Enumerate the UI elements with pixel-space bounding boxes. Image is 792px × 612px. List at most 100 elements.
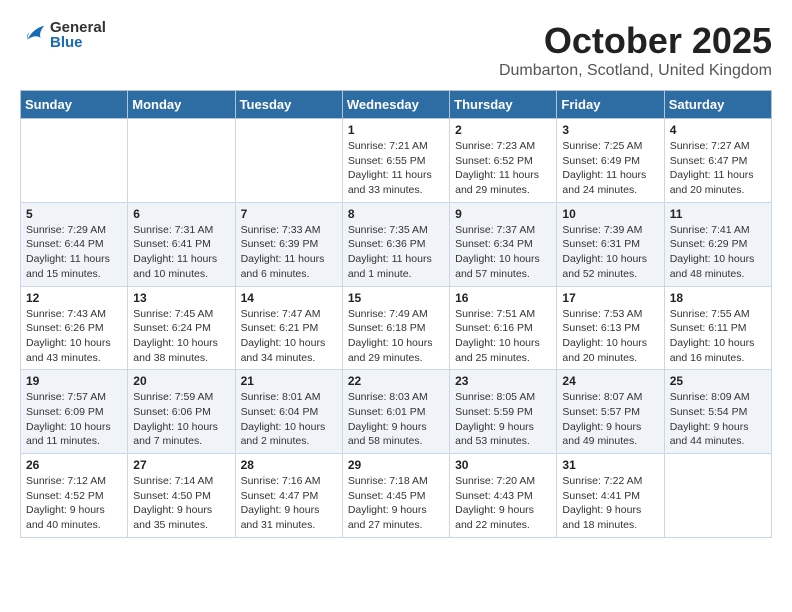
day-header: Monday xyxy=(128,91,235,119)
calendar-cell xyxy=(128,119,235,203)
day-info: Sunrise: 7:12 AM Sunset: 4:52 PM Dayligh… xyxy=(26,474,122,533)
logo: General Blue xyxy=(20,20,106,50)
day-info: Sunrise: 7:27 AM Sunset: 6:47 PM Dayligh… xyxy=(670,139,766,198)
calendar-cell: 6 Sunrise: 7:31 AM Sunset: 6:41 PM Daylig… xyxy=(128,202,235,286)
day-info: Sunrise: 7:18 AM Sunset: 4:45 PM Dayligh… xyxy=(348,474,444,533)
calendar-cell xyxy=(664,454,771,538)
day-number: 10 xyxy=(562,207,658,221)
logo-icon xyxy=(20,21,48,49)
month-year: October 2025 xyxy=(499,20,772,62)
calendar-cell: 9Sunrise: 7:37 AM Sunset: 6:34 PM Daylig… xyxy=(450,202,557,286)
calendar-cell: 22Sunrise: 8:03 AM Sunset: 6:01 PM Dayli… xyxy=(342,370,449,454)
day-info: Sunrise: 7:31 AM Sunset: 6:41 PM Dayligh… xyxy=(133,223,229,282)
page: General Blue October 2025 Dumbarton, Sco… xyxy=(0,0,792,548)
day-info: Sunrise: 8:09 AM Sunset: 5:54 PM Dayligh… xyxy=(670,390,766,449)
day-info: Sunrise: 7:16 AM Sunset: 4:47 PM Dayligh… xyxy=(241,474,337,533)
day-info: Sunrise: 7:49 AM Sunset: 6:18 PM Dayligh… xyxy=(348,307,444,366)
calendar-cell: 15 Sunrise: 7:49 AM Sunset: 6:18 PM Dayli… xyxy=(342,286,449,370)
day-number: 7 xyxy=(241,207,337,221)
day-info: Sunrise: 7:20 AM Sunset: 4:43 PM Dayligh… xyxy=(455,474,551,533)
calendar-cell: 19 Sunrise: 7:57 AM Sunset: 6:09 PM Dayli… xyxy=(21,370,128,454)
day-header: Sunday xyxy=(21,91,128,119)
calendar-cell: 2Sunrise: 7:23 AM Sunset: 6:52 PM Daylig… xyxy=(450,119,557,203)
day-number: 24 xyxy=(562,374,658,388)
calendar-cell: 30 Sunrise: 7:20 AM Sunset: 4:43 PM Dayli… xyxy=(450,454,557,538)
day-info: Sunrise: 7:45 AM Sunset: 6:24 PM Dayligh… xyxy=(133,307,229,366)
day-header: Saturday xyxy=(664,91,771,119)
calendar-cell: 17 Sunrise: 7:53 AM Sunset: 6:13 PM Dayli… xyxy=(557,286,664,370)
day-number: 28 xyxy=(241,458,337,472)
calendar-cell: 18 Sunrise: 7:55 AM Sunset: 6:11 PM Dayli… xyxy=(664,286,771,370)
day-number: 4 xyxy=(670,123,766,137)
day-number: 29 xyxy=(348,458,444,472)
day-info: Sunrise: 7:59 AM Sunset: 6:06 PM Dayligh… xyxy=(133,390,229,449)
day-number: 13 xyxy=(133,291,229,305)
calendar-table: SundayMondayTuesdayWednesdayThursdayFrid… xyxy=(20,90,772,538)
day-number: 25 xyxy=(670,374,766,388)
day-info: Sunrise: 7:21 AM Sunset: 6:55 PM Dayligh… xyxy=(348,139,444,198)
day-info: Sunrise: 8:03 AM Sunset: 6:01 PM Dayligh… xyxy=(348,390,444,449)
day-number: 8 xyxy=(348,207,444,221)
calendar-cell: 26 Sunrise: 7:12 AM Sunset: 4:52 PM Dayli… xyxy=(21,454,128,538)
day-info: Sunrise: 7:57 AM Sunset: 6:09 PM Dayligh… xyxy=(26,390,122,449)
header: General Blue October 2025 Dumbarton, Sco… xyxy=(20,20,772,80)
day-number: 19 xyxy=(26,374,122,388)
day-number: 14 xyxy=(241,291,337,305)
calendar-cell: 11Sunrise: 7:41 AM Sunset: 6:29 PM Dayli… xyxy=(664,202,771,286)
calendar-header-row: SundayMondayTuesdayWednesdayThursdayFrid… xyxy=(21,91,772,119)
calendar-week-row: 12Sunrise: 7:43 AM Sunset: 6:26 PM Dayli… xyxy=(21,286,772,370)
day-info: Sunrise: 7:22 AM Sunset: 4:41 PM Dayligh… xyxy=(562,474,658,533)
calendar-cell: 13 Sunrise: 7:45 AM Sunset: 6:24 PM Dayli… xyxy=(128,286,235,370)
calendar-cell: 3 Sunrise: 7:25 AM Sunset: 6:49 PM Daylig… xyxy=(557,119,664,203)
logo-blue: Blue xyxy=(50,35,106,50)
day-number: 2 xyxy=(455,123,551,137)
day-info: Sunrise: 8:05 AM Sunset: 5:59 PM Dayligh… xyxy=(455,390,551,449)
day-info: Sunrise: 7:25 AM Sunset: 6:49 PM Dayligh… xyxy=(562,139,658,198)
calendar-cell: 20Sunrise: 7:59 AM Sunset: 6:06 PM Dayli… xyxy=(128,370,235,454)
calendar-week-row: 19 Sunrise: 7:57 AM Sunset: 6:09 PM Dayli… xyxy=(21,370,772,454)
day-header: Tuesday xyxy=(235,91,342,119)
calendar-cell: 8 Sunrise: 7:35 AM Sunset: 6:36 PM Daylig… xyxy=(342,202,449,286)
day-number: 18 xyxy=(670,291,766,305)
day-info: Sunrise: 7:14 AM Sunset: 4:50 PM Dayligh… xyxy=(133,474,229,533)
day-info: Sunrise: 7:55 AM Sunset: 6:11 PM Dayligh… xyxy=(670,307,766,366)
day-number: 5 xyxy=(26,207,122,221)
day-number: 21 xyxy=(241,374,337,388)
day-info: Sunrise: 7:33 AM Sunset: 6:39 PM Dayligh… xyxy=(241,223,337,282)
title-area: October 2025 Dumbarton, Scotland, United… xyxy=(499,20,772,80)
calendar-cell: 23 Sunrise: 8:05 AM Sunset: 5:59 PM Dayli… xyxy=(450,370,557,454)
day-header: Thursday xyxy=(450,91,557,119)
calendar-cell: 10 Sunrise: 7:39 AM Sunset: 6:31 PM Dayli… xyxy=(557,202,664,286)
calendar-cell xyxy=(21,119,128,203)
day-number: 30 xyxy=(455,458,551,472)
calendar-cell: 27Sunrise: 7:14 AM Sunset: 4:50 PM Dayli… xyxy=(128,454,235,538)
day-number: 15 xyxy=(348,291,444,305)
calendar-cell: 5 Sunrise: 7:29 AM Sunset: 6:44 PM Daylig… xyxy=(21,202,128,286)
day-number: 9 xyxy=(455,207,551,221)
calendar-week-row: 26 Sunrise: 7:12 AM Sunset: 4:52 PM Dayli… xyxy=(21,454,772,538)
day-info: Sunrise: 7:35 AM Sunset: 6:36 PM Dayligh… xyxy=(348,223,444,282)
day-number: 17 xyxy=(562,291,658,305)
day-number: 16 xyxy=(455,291,551,305)
calendar-cell: 28 Sunrise: 7:16 AM Sunset: 4:47 PM Dayli… xyxy=(235,454,342,538)
day-info: Sunrise: 7:39 AM Sunset: 6:31 PM Dayligh… xyxy=(562,223,658,282)
day-info: Sunrise: 7:29 AM Sunset: 6:44 PM Dayligh… xyxy=(26,223,122,282)
day-number: 6 xyxy=(133,207,229,221)
day-info: Sunrise: 7:47 AM Sunset: 6:21 PM Dayligh… xyxy=(241,307,337,366)
day-number: 3 xyxy=(562,123,658,137)
calendar-cell: 25 Sunrise: 8:09 AM Sunset: 5:54 PM Dayli… xyxy=(664,370,771,454)
logo-general: General xyxy=(50,20,106,35)
day-number: 26 xyxy=(26,458,122,472)
day-number: 31 xyxy=(562,458,658,472)
day-info: Sunrise: 8:01 AM Sunset: 6:04 PM Dayligh… xyxy=(241,390,337,449)
day-number: 11 xyxy=(670,207,766,221)
logo-text-block: General Blue xyxy=(50,20,106,50)
calendar-cell: 31 Sunrise: 7:22 AM Sunset: 4:41 PM Dayli… xyxy=(557,454,664,538)
day-number: 23 xyxy=(455,374,551,388)
calendar-cell: 24Sunrise: 8:07 AM Sunset: 5:57 PM Dayli… xyxy=(557,370,664,454)
day-info: Sunrise: 7:53 AM Sunset: 6:13 PM Dayligh… xyxy=(562,307,658,366)
calendar-cell: 12Sunrise: 7:43 AM Sunset: 6:26 PM Dayli… xyxy=(21,286,128,370)
calendar-week-row: 5 Sunrise: 7:29 AM Sunset: 6:44 PM Daylig… xyxy=(21,202,772,286)
calendar-week-row: 1Sunrise: 7:21 AM Sunset: 6:55 PM Daylig… xyxy=(21,119,772,203)
day-info: Sunrise: 7:43 AM Sunset: 6:26 PM Dayligh… xyxy=(26,307,122,366)
